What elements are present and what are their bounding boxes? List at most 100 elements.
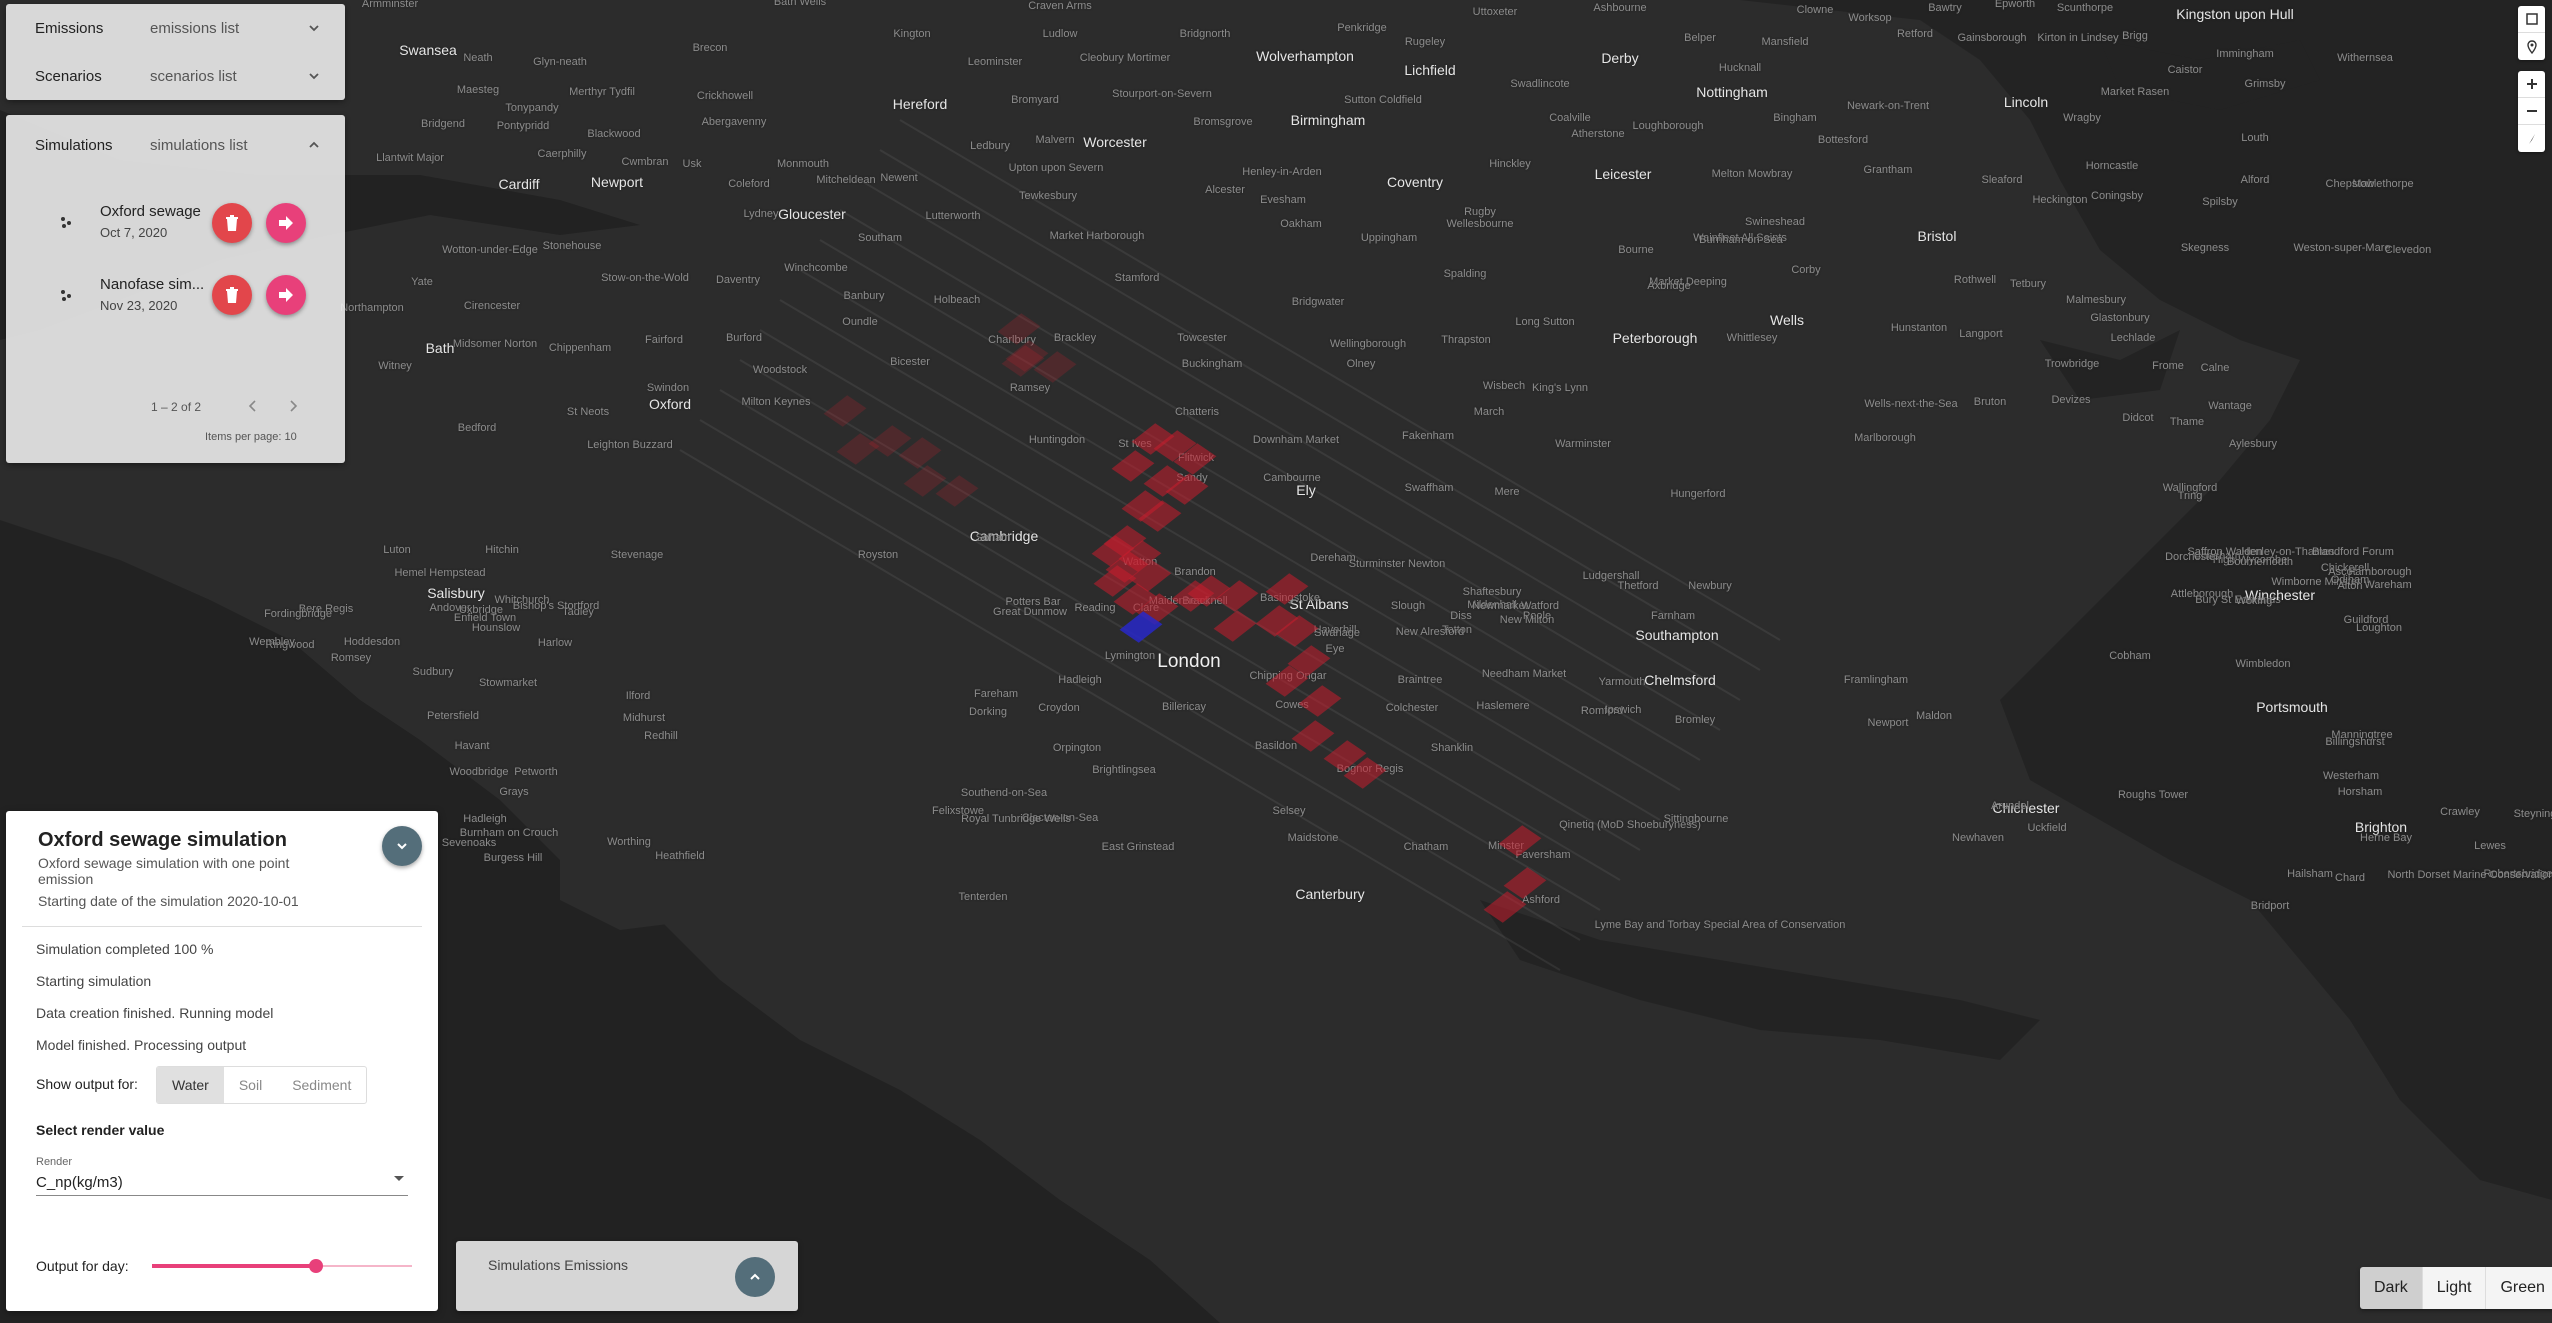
- chevron-down-icon: [309, 25, 319, 32]
- place-label: London: [1157, 651, 1221, 672]
- place-label: Holbeach: [933, 294, 981, 306]
- place-label: Redhill: [644, 730, 678, 742]
- place-label: Melton Mowbray: [1711, 168, 1793, 180]
- output-day-slider[interactable]: [152, 1256, 412, 1276]
- place-label: March: [1473, 406, 1505, 418]
- output-day-label: Output for day:: [36, 1258, 129, 1274]
- place-label: Chepstow: [2325, 178, 2375, 190]
- place-label: Swansea: [399, 42, 457, 58]
- place-label: Wantage: [2208, 400, 2252, 412]
- items-per-page[interactable]: Items per page: 10: [205, 431, 297, 443]
- render-select[interactable]: Render C_np(kg/m3): [36, 1156, 408, 1196]
- show-output-label: Show output for:: [36, 1076, 138, 1092]
- place-label: Hinckley: [1489, 158, 1531, 170]
- place-label: Burgess Hill: [483, 852, 543, 864]
- square-draw-icon[interactable]: [2518, 6, 2545, 33]
- simulations-expansion-header[interactable]: Simulations simulations list: [6, 115, 345, 175]
- place-label: Maesteg: [456, 84, 500, 96]
- place-label: Dorking: [969, 706, 1007, 718]
- place-label: Canterbury: [1295, 886, 1365, 902]
- place-label: Upton upon Severn: [1008, 162, 1104, 174]
- place-label: Worksop: [1848, 12, 1892, 24]
- place-label: Wragby: [2063, 112, 2101, 124]
- place-label: Thame: [2169, 416, 2205, 428]
- marker-icon[interactable]: [2518, 33, 2545, 60]
- place-label: Romsey: [330, 652, 372, 664]
- toggle-water[interactable]: Water: [157, 1067, 224, 1103]
- place-label: Oundle: [842, 316, 878, 328]
- place-label: Wells-next-the-Sea: [1864, 398, 1958, 410]
- place-label: Bicester: [890, 356, 930, 368]
- place-label: Uttoxeter: [1472, 6, 1518, 18]
- place-label: Farnborough: [2348, 566, 2412, 578]
- basemap-green[interactable]: Green: [2485, 1267, 2552, 1309]
- place-label: Milton Keynes: [741, 396, 811, 408]
- place-label: Havant: [454, 740, 490, 752]
- place-label: Hailsham: [2287, 868, 2333, 880]
- toggle-soil[interactable]: Soil: [224, 1067, 277, 1103]
- place-label: Royston: [857, 549, 899, 561]
- collapse-detail-button[interactable]: [382, 826, 422, 866]
- open-simulation-button[interactable]: [266, 203, 306, 243]
- place-label: Alton: [2337, 580, 2363, 592]
- place-label: Wimbledon: [2235, 658, 2291, 670]
- place-label: Fareham: [973, 688, 1019, 700]
- open-simulation-button[interactable]: [266, 275, 306, 315]
- emissions-expansion-header[interactable]: Emissions emissions list: [6, 4, 345, 52]
- place-label: Henley-in-Arden: [1242, 166, 1322, 178]
- place-label: Withernsea: [2337, 52, 2393, 64]
- place-label: Sudbury: [412, 666, 454, 678]
- place-label: Hereford: [892, 96, 948, 112]
- log-line: Simulation completed 100 %: [36, 941, 214, 957]
- render-select-label: Render: [36, 1156, 73, 1168]
- chevron-right-icon[interactable]: [286, 399, 300, 413]
- place-label: Spilsby: [2202, 196, 2238, 208]
- zoom-out-icon[interactable]: [2518, 98, 2545, 125]
- place-label: Crawley: [2440, 806, 2480, 818]
- compass-icon[interactable]: [2518, 125, 2545, 152]
- toggle-sediment[interactable]: Sediment: [277, 1067, 366, 1103]
- place-label: Market Rasen: [2100, 86, 2170, 98]
- trash-icon: [226, 215, 238, 231]
- place-label: Aylesbury: [2228, 438, 2278, 450]
- place-label: Gainsborough: [1957, 32, 2027, 44]
- basemap-light[interactable]: Light: [2421, 1267, 2486, 1309]
- place-label: Towcester: [1177, 332, 1227, 344]
- place-label: Monmouth: [777, 158, 829, 170]
- delete-simulation-button[interactable]: [212, 203, 252, 243]
- log-line: Starting simulation: [36, 973, 152, 989]
- place-label: Leighton Buzzard: [587, 439, 673, 451]
- place-label: Belper: [1684, 32, 1716, 44]
- place-label: Lyme Bay and Torbay Special Area of Cons…: [1594, 919, 1846, 931]
- place-label: Southend-on-Sea: [960, 787, 1048, 799]
- chevron-left-icon[interactable]: [246, 399, 260, 413]
- place-label: Bridgwater: [1291, 296, 1345, 308]
- place-label: Tewkesbury: [1018, 190, 1078, 202]
- place-label: Lechlade: [2110, 332, 2156, 344]
- chevron-up-icon: [309, 141, 319, 148]
- place-label: Shanklin: [1430, 742, 1474, 754]
- scenarios-expansion-header[interactable]: Scenarios scenarios list: [6, 52, 345, 100]
- place-label: Wolverhampton: [1256, 48, 1354, 64]
- expand-emissions-button[interactable]: [735, 1257, 775, 1297]
- basemap-dark[interactable]: Dark: [2360, 1267, 2422, 1309]
- place-label: Bath: [425, 340, 455, 356]
- place-label: Wotton-under-Edge: [442, 244, 538, 256]
- place-label: Lymington: [1104, 650, 1156, 662]
- place-label: Ely: [1296, 482, 1316, 498]
- place-label: Great Dunmow: [993, 606, 1067, 618]
- place-label: Uppingham: [1360, 232, 1418, 244]
- place-label: Frome: [2152, 360, 2184, 372]
- slider-thumb[interactable]: [308, 1259, 323, 1273]
- place-label: Glyn-neath: [533, 56, 587, 68]
- place-label: Horsham: [2337, 786, 2383, 798]
- zoom-in-icon[interactable]: [2518, 71, 2545, 98]
- place-label: Brigg: [2122, 30, 2148, 42]
- place-label: Stamford: [1114, 272, 1160, 284]
- place-label: Croydon: [1038, 702, 1080, 714]
- delete-simulation-button[interactable]: [212, 275, 252, 315]
- scenarios-description: scenarios list: [150, 67, 237, 85]
- simulation-detail-card: Oxford sewage simulation Oxford sewage s…: [6, 811, 438, 1311]
- place-label: Chard: [2335, 872, 2365, 884]
- place-label: Nottingham: [1696, 84, 1768, 100]
